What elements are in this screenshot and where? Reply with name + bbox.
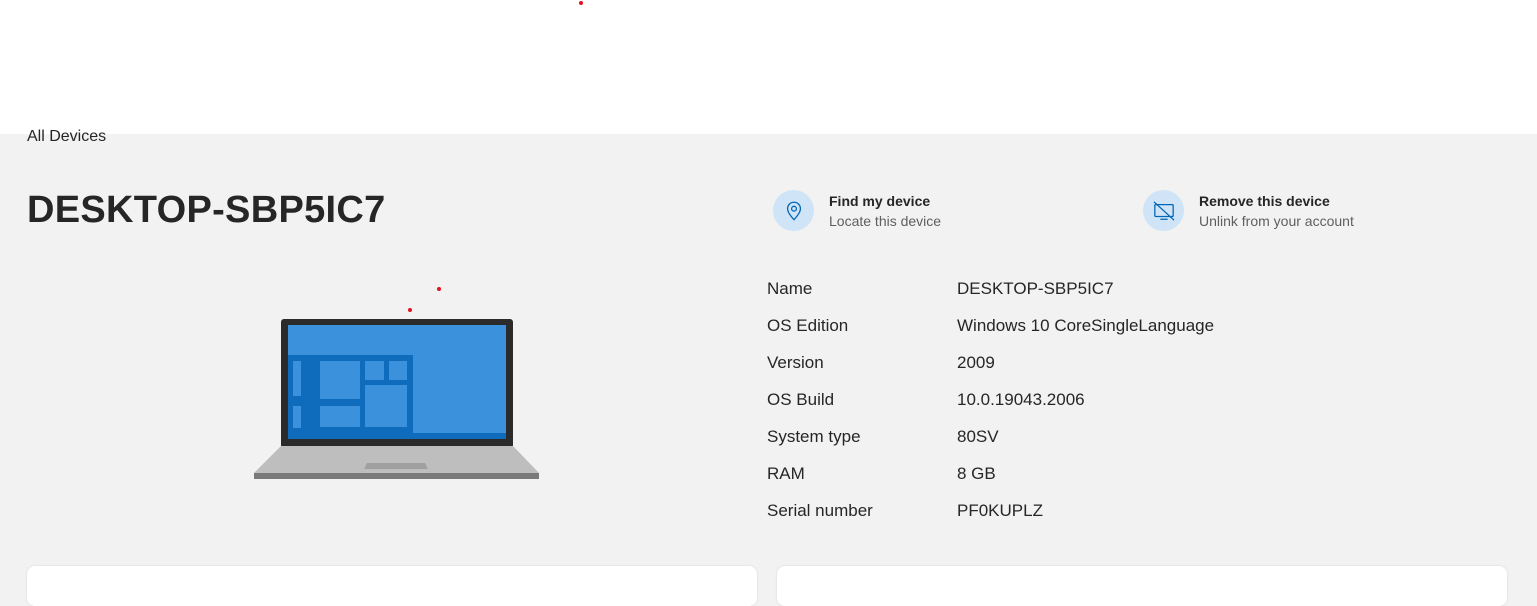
info-card-left — [27, 566, 757, 606]
spec-value: 10.0.19043.2006 — [957, 389, 1085, 409]
device-specs: Name DESKTOP-SBP5IC7 OS Edition Windows … — [767, 270, 1214, 529]
spec-row-version: Version 2009 — [767, 344, 1214, 381]
top-blank-area — [0, 0, 1537, 134]
red-marker-dot — [579, 1, 583, 5]
spec-row-name: Name DESKTOP-SBP5IC7 — [767, 270, 1214, 307]
spec-row-ram: RAM 8 GB — [767, 455, 1214, 492]
spec-label: System type — [767, 426, 861, 446]
info-card-right — [777, 566, 1507, 606]
location-pin-icon — [786, 201, 801, 221]
spec-value: DESKTOP-SBP5IC7 — [957, 278, 1114, 298]
breadcrumb-all-devices[interactable]: All Devices — [27, 128, 106, 146]
spec-label: OS Edition — [767, 315, 849, 335]
laptop-illustration — [253, 318, 541, 487]
spec-value: 8 GB — [957, 463, 996, 483]
red-marker-dot — [437, 287, 441, 291]
spec-row-system-type: System type 80SV — [767, 418, 1214, 455]
find-device-title: Find my device — [829, 193, 931, 209]
spec-label: OS Build — [767, 389, 835, 409]
spec-value: PF0KUPLZ — [957, 500, 1043, 520]
find-device-icon-circle — [773, 190, 814, 231]
unlink-device-icon — [1152, 200, 1175, 221]
spec-label: Name — [767, 278, 813, 298]
spec-row-os-build: OS Build 10.0.19043.2006 — [767, 381, 1214, 418]
spec-row-os-edition: OS Edition Windows 10 CoreSingleLanguage — [767, 307, 1214, 344]
spec-value: 2009 — [957, 352, 995, 372]
remove-device-title: Remove this device — [1199, 193, 1330, 209]
page-title: DESKTOP-SBP5IC7 — [27, 189, 386, 231]
remove-device-subtitle: Unlink from your account — [1199, 213, 1354, 229]
spec-label: Serial number — [767, 500, 873, 520]
red-marker-dot — [408, 308, 412, 312]
spec-label: Version — [767, 352, 824, 372]
remove-device-icon-circle — [1143, 190, 1184, 231]
find-device-subtitle: Locate this device — [829, 213, 942, 229]
spec-label: RAM — [767, 463, 805, 483]
spec-row-serial-number: Serial number PF0KUPLZ — [767, 492, 1214, 529]
find-my-device-button[interactable]: Find my device Locate this device — [773, 190, 941, 232]
remove-device-button[interactable]: Remove this device Unlink from your acco… — [1143, 190, 1354, 232]
spec-value: 80SV — [957, 426, 999, 446]
spec-value: Windows 10 CoreSingleLanguage — [957, 315, 1215, 335]
